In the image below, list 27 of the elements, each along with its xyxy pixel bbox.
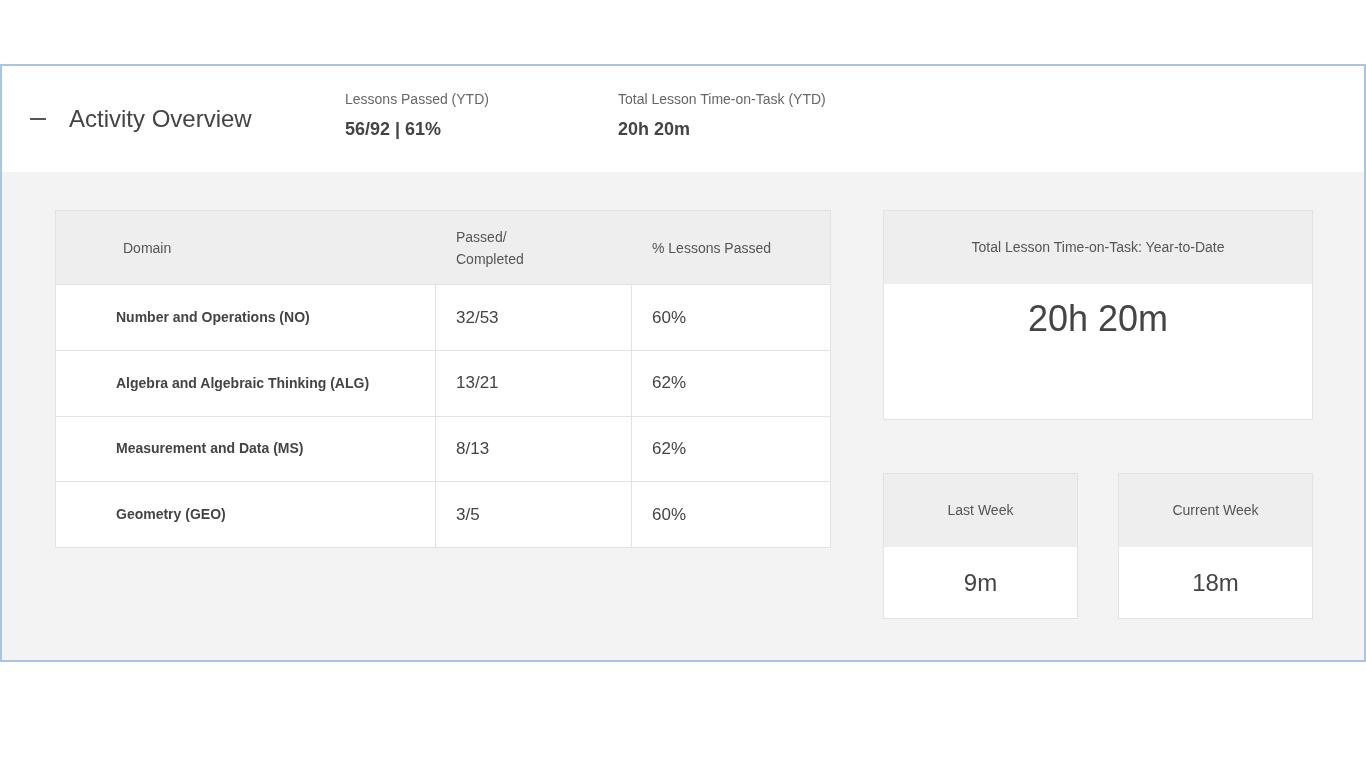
card-title: Current Week [1172, 501, 1259, 520]
column-header: Domain [123, 238, 172, 258]
table-cell: Algebra and Algebraic Thinking (ALG) [56, 350, 436, 416]
panel-title: Activity Overview [69, 104, 253, 134]
table-cell: 13/21 [436, 350, 632, 416]
minus-icon [30, 118, 46, 120]
table-cell: Number and Operations (NO) [56, 285, 436, 350]
column-header: Passed/ Completed [456, 227, 525, 269]
table-cell-text: 62% [651, 372, 688, 395]
table-cell: Measurement and Data (MS) [56, 416, 436, 482]
card-title: Total Lesson Time-on-Task: Year-to-Date [971, 238, 1225, 257]
week-value: 9m [963, 567, 998, 598]
card-title: Last Week [947, 501, 1014, 520]
summary-value: 56/92 | 61% [345, 118, 443, 141]
summary-label: Total Lesson Time-on-Task (YTD) [618, 90, 826, 109]
table-cell-text: 60% [651, 306, 688, 329]
column-header: % Lessons Passed [652, 238, 772, 258]
table-cell: 8/13 [436, 416, 632, 482]
time-value: 20h 20m [1026, 297, 1170, 341]
summary-label: Lessons Passed (YTD) [345, 90, 490, 109]
week-value: 18m [1192, 567, 1239, 598]
table-cell: 3/5 [436, 482, 632, 547]
table-cell: 32/53 [436, 285, 632, 350]
table-cell-text: 60% [651, 503, 688, 526]
table-cell-text: 62% [651, 438, 688, 461]
table-cell: Geometry (GEO) [56, 482, 436, 547]
summary-value: 20h 20m [618, 118, 692, 141]
